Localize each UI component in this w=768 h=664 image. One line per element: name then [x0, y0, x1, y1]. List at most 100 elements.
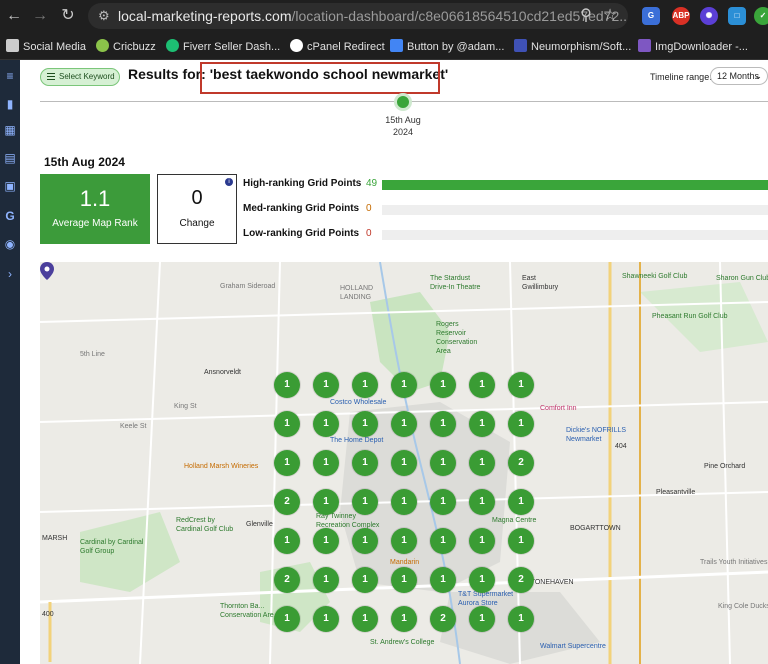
extension-gear-icon[interactable]: ✺: [700, 7, 718, 25]
grid-rank-pin[interactable]: 1: [352, 489, 378, 515]
address-bar[interactable]: ⚙ local-marketing-reports.com/location-d…: [88, 3, 628, 29]
search-icon[interactable]: ⚲: [576, 6, 596, 26]
grid-rank-pin[interactable]: 1: [508, 372, 534, 398]
grid-rank-pin[interactable]: 1: [469, 450, 495, 476]
map-label-pine-orchard: Pine Orchard: [704, 463, 746, 470]
bookmark-cpanel[interactable]: cPanel Redirect: [290, 39, 385, 53]
grid-rank-pin[interactable]: 1: [469, 606, 495, 632]
map-label-pheasant: Pheasant Run Golf Club: [652, 313, 728, 320]
bookmark-fiverr[interactable]: Fiverr Seller Dash...: [166, 39, 280, 53]
grid-rank-pin[interactable]: 1: [274, 450, 300, 476]
signal-icon[interactable]: ≡: [2, 68, 18, 84]
fiverr-icon: [166, 39, 179, 52]
grid-rank-pin[interactable]: 1: [313, 567, 339, 593]
extension-square-icon[interactable]: □: [728, 7, 746, 25]
grid-rank-pin[interactable]: 1: [352, 567, 378, 593]
site-settings-icon[interactable]: ⚙: [98, 3, 110, 29]
list-icon: [47, 73, 55, 80]
grid-rank-pin[interactable]: 1: [430, 450, 456, 476]
grid-rank-pin[interactable]: 1: [469, 489, 495, 515]
url-host: local-marketing-reports.com: [118, 8, 292, 24]
grid-rank-pin[interactable]: 1: [430, 372, 456, 398]
map-label-sharon: Sharon Gun Club: [716, 275, 768, 282]
bookmark-button[interactable]: Button by @adam...: [390, 39, 504, 53]
grid-rank-pin[interactable]: 1: [313, 411, 339, 437]
grid-rank-pin[interactable]: 1: [313, 528, 339, 554]
map-label-thornton: Thornton Ba... Conservation Are...: [220, 603, 280, 619]
grid-rank-pin[interactable]: 2: [508, 450, 534, 476]
timeline-point[interactable]: [394, 93, 412, 111]
forward-icon[interactable]: →: [30, 6, 50, 26]
timeline-date: 15th Aug 2024: [385, 115, 421, 137]
rank-grid-map[interactable]: HOLLAND LANDING The Stardust Drive-In The…: [40, 262, 768, 664]
grid-rank-pin[interactable]: 1: [430, 528, 456, 554]
rank-row-bar-fill: [382, 180, 768, 190]
grid-rank-pin[interactable]: 1: [391, 372, 417, 398]
adblock-extension-icon[interactable]: ABP: [672, 7, 690, 25]
grid-rank-pin[interactable]: 2: [274, 567, 300, 593]
grid-rank-pin[interactable]: 1: [508, 606, 534, 632]
grid-rank-pin[interactable]: 1: [352, 606, 378, 632]
grid-rank-pin[interactable]: 1: [313, 450, 339, 476]
grid-rank-pin[interactable]: 2: [274, 489, 300, 515]
timeline-range-label: Timeline range:: [650, 72, 712, 82]
bookmark-star-icon[interactable]: ☆: [600, 6, 620, 26]
map-label-route-400: 400: [42, 611, 54, 618]
location-icon[interactable]: ◉: [2, 236, 18, 252]
back-icon[interactable]: ←: [4, 6, 24, 26]
grid-rank-pin[interactable]: 1: [274, 411, 300, 437]
grid-rank-pin[interactable]: 1: [391, 606, 417, 632]
rank-row-label: Med-ranking Grid Points: [243, 203, 360, 214]
business-location-marker-icon[interactable]: [40, 262, 54, 280]
bookmark-neumorphism[interactable]: Neumorphism/Soft...: [514, 39, 631, 53]
grid-rank-pin[interactable]: 1: [313, 489, 339, 515]
grid-rank-pin[interactable]: 1: [313, 372, 339, 398]
grid-rank-pin[interactable]: 1: [469, 567, 495, 593]
bookmark-cricbuzz[interactable]: Cricbuzz: [96, 39, 156, 53]
grid-rank-pin[interactable]: 1: [274, 528, 300, 554]
map-label-pleasantville: Pleasantville: [656, 489, 696, 496]
translate-extension-icon[interactable]: G: [642, 7, 660, 25]
grid-rank-pin[interactable]: 1: [469, 372, 495, 398]
grid-icon[interactable]: ▦: [2, 122, 18, 138]
reload-icon[interactable]: ↻: [58, 6, 78, 26]
grid-rank-pin[interactable]: 1: [352, 528, 378, 554]
info-icon[interactable]: i: [225, 178, 233, 186]
grid-rank-pin[interactable]: 2: [430, 606, 456, 632]
grid-rank-pin[interactable]: 1: [508, 411, 534, 437]
grid-rank-pin[interactable]: 1: [469, 528, 495, 554]
bookmark-social-media[interactable]: Social Media: [6, 39, 86, 53]
grid-rank-pin[interactable]: 2: [508, 567, 534, 593]
grid-rank-pin[interactable]: 1: [430, 567, 456, 593]
grid-rank-pin[interactable]: 1: [313, 606, 339, 632]
grid-rank-pin[interactable]: 1: [391, 489, 417, 515]
expand-chevron-icon[interactable]: ›: [2, 266, 18, 282]
bookmark-imgdownloader[interactable]: ImgDownloader -...: [638, 39, 748, 53]
grid-rank-pin[interactable]: 1: [391, 450, 417, 476]
grid-rank-pin[interactable]: 1: [430, 411, 456, 437]
select-keyword-button[interactable]: Select Keyword: [40, 68, 120, 86]
grid-rank-pin[interactable]: 1: [469, 411, 495, 437]
rank-row-value: 0: [366, 228, 372, 239]
bed-icon[interactable]: ▤: [2, 150, 18, 166]
grid-rank-pin[interactable]: 1: [430, 489, 456, 515]
store-icon[interactable]: ▣: [2, 178, 18, 194]
extension-green-icon[interactable]: ✓: [754, 7, 768, 25]
grid-rank-pin[interactable]: 1: [391, 411, 417, 437]
grid-rank-pin[interactable]: 1: [352, 450, 378, 476]
grid-rank-pin[interactable]: 1: [508, 528, 534, 554]
map-label-route-404: 404: [615, 443, 627, 450]
timeline-range-select[interactable]: 12 Months ⌄: [710, 67, 768, 85]
google-icon[interactable]: G: [2, 208, 18, 224]
grid-rank-pin[interactable]: 1: [274, 372, 300, 398]
grid-rank-pin[interactable]: 1: [352, 372, 378, 398]
map-label-bogarttown: BOGARTTOWN: [570, 525, 621, 532]
grid-rank-pin[interactable]: 1: [274, 606, 300, 632]
map-label-cardinal: Cardinal by Cardinal Golf Group: [80, 539, 144, 555]
grid-rank-pin[interactable]: 1: [391, 567, 417, 593]
bar-chart-icon[interactable]: ▮: [2, 96, 18, 112]
map-label-redcrest: RedCrest by Cardinal Golf Club: [176, 517, 234, 533]
grid-rank-pin[interactable]: 1: [352, 411, 378, 437]
grid-rank-pin[interactable]: 1: [508, 489, 534, 515]
grid-rank-pin[interactable]: 1: [391, 528, 417, 554]
